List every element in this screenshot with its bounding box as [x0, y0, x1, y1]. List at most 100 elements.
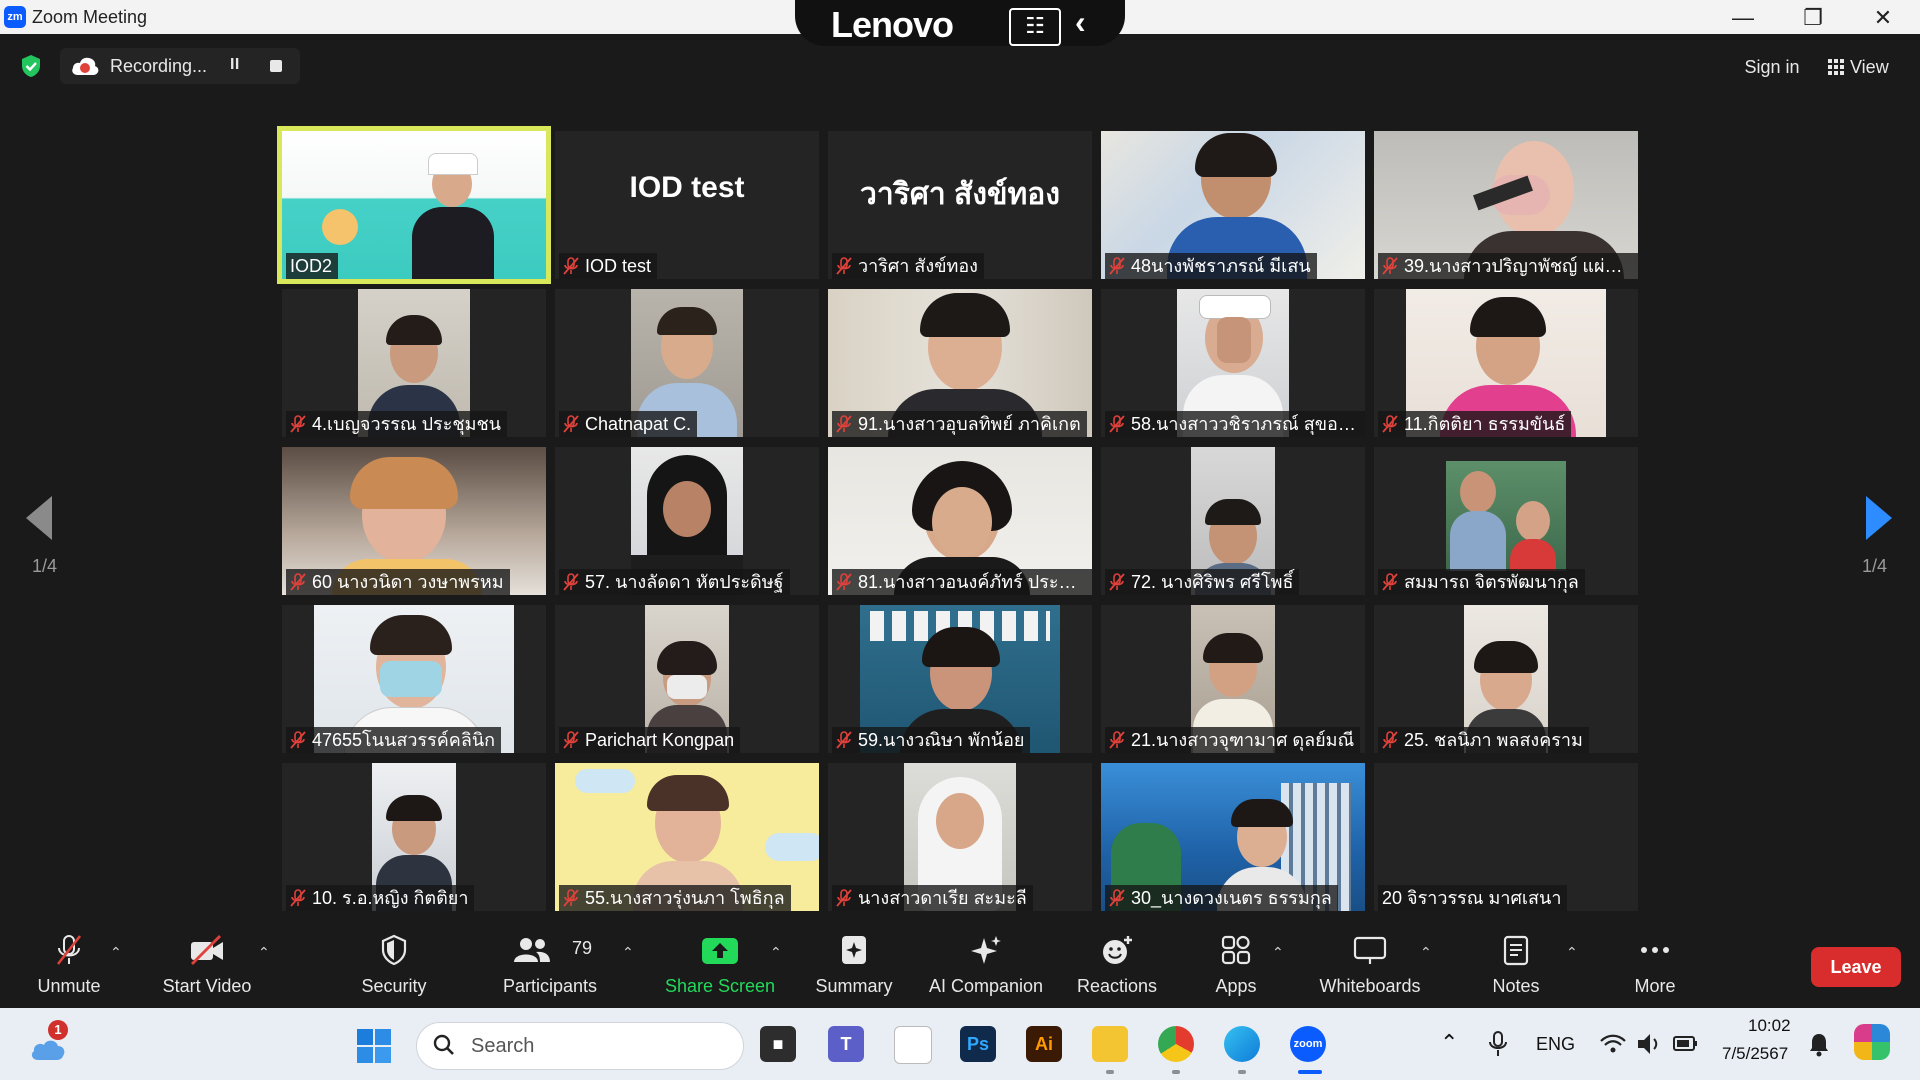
whiteboards-button[interactable]: Whiteboards: [1310, 924, 1430, 1008]
participants-button[interactable]: 79 Participants: [494, 924, 606, 1008]
video-tile[interactable]: 48นางพัชราภรณ์ มีเสน: [1101, 131, 1365, 279]
muted-mic-icon: [836, 573, 852, 591]
video-tile[interactable]: 91.นางสาวอุบลทิพย์ ภาคิเกต: [828, 289, 1092, 437]
participant-nameplate: 11.กิตติยา ธรรมขันธ์: [1378, 411, 1572, 437]
photoshop-icon[interactable]: Ps: [960, 1026, 996, 1062]
video-tile[interactable]: 59.นางวณิษา พักน้อย: [828, 605, 1092, 753]
participant-nameplate: 4.เบญจวรรณ ประชุมชน: [286, 411, 507, 437]
more-dots-icon: [1641, 947, 1669, 953]
notification-bell-icon[interactable]: [1808, 1032, 1830, 1058]
chrome-icon[interactable]: [1158, 1026, 1194, 1062]
video-tile[interactable]: 81.นางสาวอนงค์ภัทร์ ประสิทธ...: [828, 447, 1092, 595]
video-tile[interactable]: 72. นางศิริพร ศรีโพธิ์: [1101, 447, 1365, 595]
muted-mic-icon: [563, 573, 579, 591]
share-screen-button[interactable]: Share Screen: [662, 924, 778, 1008]
participants-options-caret-icon[interactable]: ⌃: [622, 944, 634, 961]
task-view-icon[interactable]: ■: [760, 1026, 796, 1062]
recording-label: Recording...: [110, 56, 208, 76]
view-button[interactable]: View: [1828, 52, 1908, 82]
restore-button[interactable]: ❐: [1790, 4, 1836, 32]
start-video-button[interactable]: Start Video: [152, 924, 262, 1008]
lenovo-tools-icon[interactable]: ☷: [1009, 8, 1061, 46]
video-tile[interactable]: 10. ร.อ.หญิง กิตติยา: [282, 763, 546, 911]
participants-icon: [514, 938, 550, 962]
windows-start-icon[interactable]: [356, 1028, 392, 1064]
participant-nameplate: 48นางพัชราภรณ์ มีเสน: [1105, 253, 1317, 279]
video-tile[interactable]: 39.นางสาวปริญาพัชญ์ แผ่นผา: [1374, 131, 1638, 279]
ai-companion-button[interactable]: AI Companion: [924, 924, 1048, 1008]
teams-icon[interactable]: T: [828, 1026, 864, 1062]
clock-date[interactable]: 7/5/2567: [1722, 1044, 1788, 1064]
show-hidden-icons-chevron-icon[interactable]: ⌃: [1440, 1030, 1458, 1056]
zoom-app-icon[interactable]: zoom: [1290, 1026, 1326, 1062]
participant-nameplate: IOD2: [286, 253, 339, 279]
more-button[interactable]: More: [1616, 924, 1694, 1008]
video-tile[interactable]: 20 จิราวรรณ มาศเสนา: [1374, 763, 1638, 911]
video-tile[interactable]: นางสาวดาเรีย สะมะลี: [828, 763, 1092, 911]
notepad-icon[interactable]: [894, 1026, 932, 1064]
unmute-button[interactable]: Unmute: [24, 924, 114, 1008]
page-indicator-left: 1/4: [32, 556, 58, 576]
participants-count: 79: [572, 938, 593, 958]
video-tile[interactable]: IOD2: [277, 126, 551, 284]
pause-recording-icon[interactable]: I I: [230, 56, 239, 74]
file-explorer-icon[interactable]: [1092, 1026, 1128, 1062]
video-tile[interactable]: วาริศา สังข์ทอง วาริศา สังข์ทอง: [828, 131, 1092, 279]
illustrator-icon[interactable]: Ai: [1026, 1026, 1062, 1062]
previous-page-arrow-icon[interactable]: [26, 496, 52, 540]
clock-time[interactable]: 10:02: [1748, 1016, 1791, 1036]
copilot-icon[interactable]: [1854, 1024, 1890, 1060]
video-tile[interactable]: Chatnapat C.: [555, 289, 819, 437]
muted-mic-icon: [1109, 415, 1125, 433]
security-button[interactable]: Security: [344, 924, 444, 1008]
video-tile[interactable]: 25. ชลนิภา พลสงคราม: [1374, 605, 1638, 753]
lenovo-overlay-bar: Lenovo ☷ ‹: [795, 0, 1125, 46]
taskbar-search-box[interactable]: Search: [416, 1022, 744, 1070]
muted-mic-icon: [836, 415, 852, 433]
stop-recording-icon[interactable]: [270, 60, 282, 72]
audio-options-caret-icon[interactable]: ⌃: [110, 944, 122, 961]
muted-mic-icon: [563, 415, 579, 433]
encryption-shield-icon[interactable]: [20, 54, 42, 78]
participant-nameplate: 59.นางวณิษา พักน้อย: [832, 727, 1031, 753]
wifi-icon[interactable]: [1600, 1034, 1626, 1054]
video-tile[interactable]: 30_นางดวงเนตร ธรรมกุล: [1101, 763, 1365, 911]
apps-options-caret-icon[interactable]: ⌃: [1272, 944, 1284, 961]
whiteboards-options-caret-icon[interactable]: ⌃: [1420, 944, 1432, 961]
minimize-button[interactable]: —: [1720, 4, 1766, 32]
notes-button[interactable]: Notes: [1476, 924, 1556, 1008]
notes-options-caret-icon[interactable]: ⌃: [1566, 944, 1578, 961]
sign-in-button[interactable]: Sign in: [1728, 52, 1816, 82]
battery-icon[interactable]: [1672, 1032, 1700, 1054]
volume-icon[interactable]: [1636, 1032, 1662, 1056]
video-tile[interactable]: 57. นางลัดดา หัตประดิษฐ์: [555, 447, 819, 595]
participant-nameplate: นางสาวดาเรีย สะมะลี: [832, 885, 1033, 911]
video-tile[interactable]: 55.นางสาวรุ่งนภา โพธิกุล: [555, 763, 819, 911]
leave-meeting-button[interactable]: Leave: [1811, 947, 1901, 987]
video-options-caret-icon[interactable]: ⌃: [258, 944, 270, 961]
next-page-arrow-icon[interactable]: [1866, 496, 1892, 540]
video-tile[interactable]: IOD test IOD test: [555, 131, 819, 279]
security-shield-icon: [381, 934, 407, 966]
video-tile[interactable]: สมมารถ จิตรพัฒนากุล: [1374, 447, 1638, 595]
reactions-button[interactable]: Reactions: [1070, 924, 1164, 1008]
share-options-caret-icon[interactable]: ⌃: [770, 944, 782, 961]
muted-mic-icon: [1382, 415, 1398, 433]
video-tile[interactable]: 47655โนนสวรรค์คลินิก: [282, 605, 546, 753]
whiteboard-icon: [1353, 936, 1387, 964]
video-tile[interactable]: 60 นางวนิดา วงษาพรหม: [282, 447, 546, 595]
summary-button[interactable]: Summary: [806, 924, 902, 1008]
video-tile[interactable]: 4.เบญจวรรณ ประชุมชน: [282, 289, 546, 437]
language-indicator[interactable]: ENG: [1536, 1034, 1575, 1055]
microphone-icon[interactable]: [1488, 1030, 1508, 1058]
muted-mic-icon: [1382, 573, 1398, 591]
video-tile[interactable]: Parichart Kongpan: [555, 605, 819, 753]
muted-mic-icon: [563, 257, 579, 275]
apps-button[interactable]: Apps: [1196, 924, 1276, 1008]
lenovo-collapse-icon[interactable]: ‹: [1075, 4, 1086, 41]
video-tile[interactable]: 21.นางสาวจุฑามาศ ดุลย์มณี: [1101, 605, 1365, 753]
video-tile[interactable]: 11.กิตติยา ธรรมขันธ์: [1374, 289, 1638, 437]
close-button[interactable]: ✕: [1860, 4, 1906, 32]
edge-icon[interactable]: [1224, 1026, 1260, 1062]
video-tile[interactable]: 58.นางสาววชิราภรณ์ สุขอนันต์: [1101, 289, 1365, 437]
